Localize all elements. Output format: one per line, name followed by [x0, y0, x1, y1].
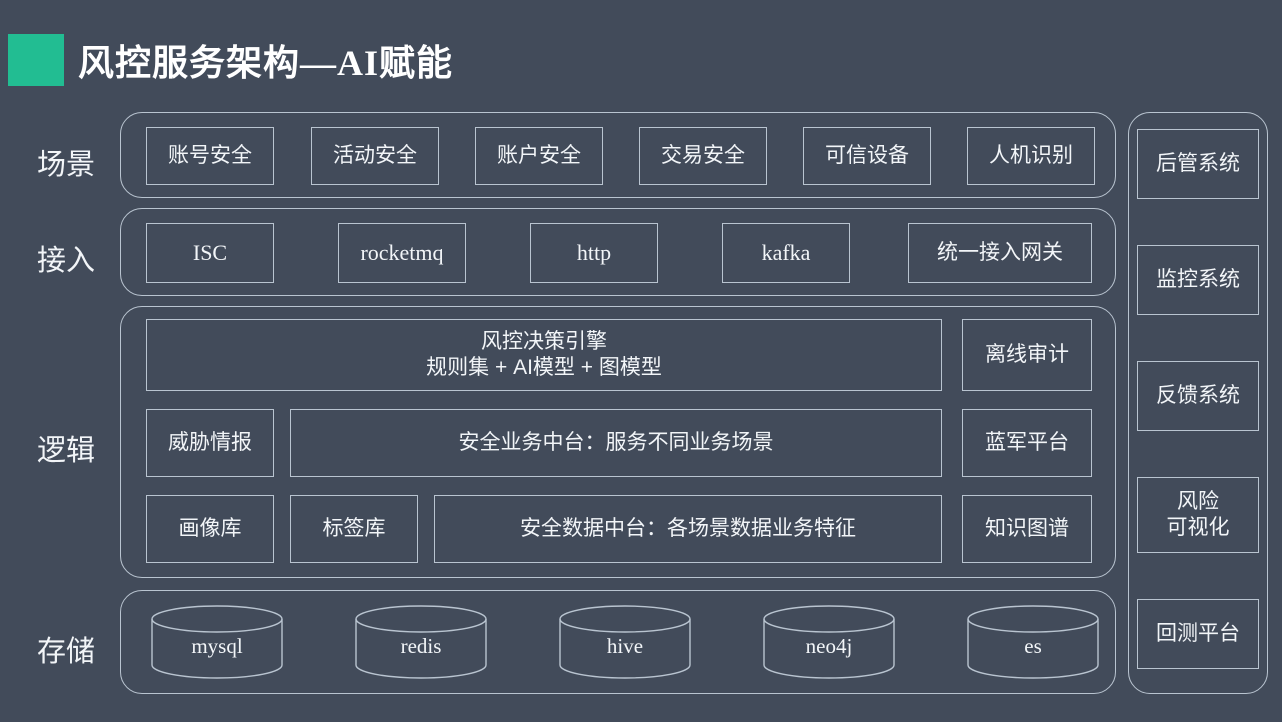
support-system-feedback[interactable]: 反馈系统	[1137, 361, 1259, 431]
scenario-item-account-safety[interactable]: 账户安全	[475, 127, 603, 185]
layer-band-scenario: 账号安全 活动安全 账户安全 交易安全 可信设备 人机识别	[120, 112, 1116, 198]
access-item-http[interactable]: http	[530, 223, 658, 283]
storage-db-neo4j[interactable]: neo4j	[762, 605, 896, 679]
support-system-monitoring[interactable]: 监控系统	[1137, 245, 1259, 315]
scenario-item-activity-security[interactable]: 活动安全	[311, 127, 439, 185]
support-system-risk-visualization[interactable]: 风险 可视化	[1137, 477, 1259, 553]
storage-db-mysql[interactable]: mysql	[150, 605, 284, 679]
layer-label-storage: 存储	[36, 636, 95, 668]
logic-threat-intelligence[interactable]: 威胁情报	[146, 409, 274, 477]
layer-label-logic: 逻辑	[36, 435, 95, 467]
storage-db-label: es	[1024, 633, 1042, 658]
access-item-unified-gateway[interactable]: 统一接入网关	[908, 223, 1092, 283]
logic-offline-audit[interactable]: 离线审计	[962, 319, 1092, 391]
decision-engine-line1: 风控决策引擎	[481, 329, 607, 353]
layer-band-logic: 风控决策引擎 规则集 + AI模型 + 图模型 离线审计 威胁情报 安全业务中台…	[120, 306, 1116, 578]
layer-band-storage: mysql redis hive neo4j es	[120, 590, 1116, 694]
scenario-item-trusted-device[interactable]: 可信设备	[803, 127, 931, 185]
decision-engine-line2: 规则集 + AI模型 + 图模型	[426, 356, 662, 379]
storage-db-label: hive	[606, 633, 644, 658]
slide-title-bar: 风控服务架构—AI赋能	[0, 32, 453, 88]
access-item-kafka[interactable]: kafka	[722, 223, 850, 283]
access-item-rocketmq[interactable]: rocketmq	[338, 223, 466, 283]
storage-db-label: mysql	[191, 633, 243, 658]
logic-decision-engine[interactable]: 风控决策引擎 规则集 + AI模型 + 图模型	[146, 319, 942, 391]
layer-label-access: 接入	[36, 245, 95, 277]
access-item-isc[interactable]: ISC	[146, 223, 274, 283]
logic-knowledge-graph[interactable]: 知识图谱	[962, 495, 1092, 563]
scenario-item-account-security[interactable]: 账号安全	[146, 127, 274, 185]
logic-security-data-platform[interactable]: 安全数据中台：各场景数据业务特征	[434, 495, 942, 563]
layer-label-scenario: 场景	[36, 149, 95, 181]
logic-tag-library[interactable]: 标签库	[290, 495, 418, 563]
scenario-item-human-machine-recognition[interactable]: 人机识别	[967, 127, 1095, 185]
page-title: 风控服务架构—AI赋能	[78, 43, 454, 83]
storage-db-es[interactable]: es	[966, 605, 1100, 679]
accent-block	[8, 34, 64, 86]
logic-security-business-platform[interactable]: 安全业务中台：服务不同业务场景	[290, 409, 942, 477]
support-systems-column: 后管系统 监控系统 反馈系统 风险 可视化 回测平台	[1128, 112, 1268, 694]
storage-db-label: neo4j	[805, 633, 853, 658]
support-system-backtesting[interactable]: 回测平台	[1137, 599, 1259, 669]
scenario-item-transaction-security[interactable]: 交易安全	[639, 127, 767, 185]
support-system-backend-management[interactable]: 后管系统	[1137, 129, 1259, 199]
storage-db-hive[interactable]: hive	[558, 605, 692, 679]
logic-profile-library[interactable]: 画像库	[146, 495, 274, 563]
layer-band-access: ISC rocketmq http kafka 统一接入网关	[120, 208, 1116, 296]
logic-blue-team-platform[interactable]: 蓝军平台	[962, 409, 1092, 477]
storage-db-redis[interactable]: redis	[354, 605, 488, 679]
storage-db-label: redis	[400, 633, 442, 658]
